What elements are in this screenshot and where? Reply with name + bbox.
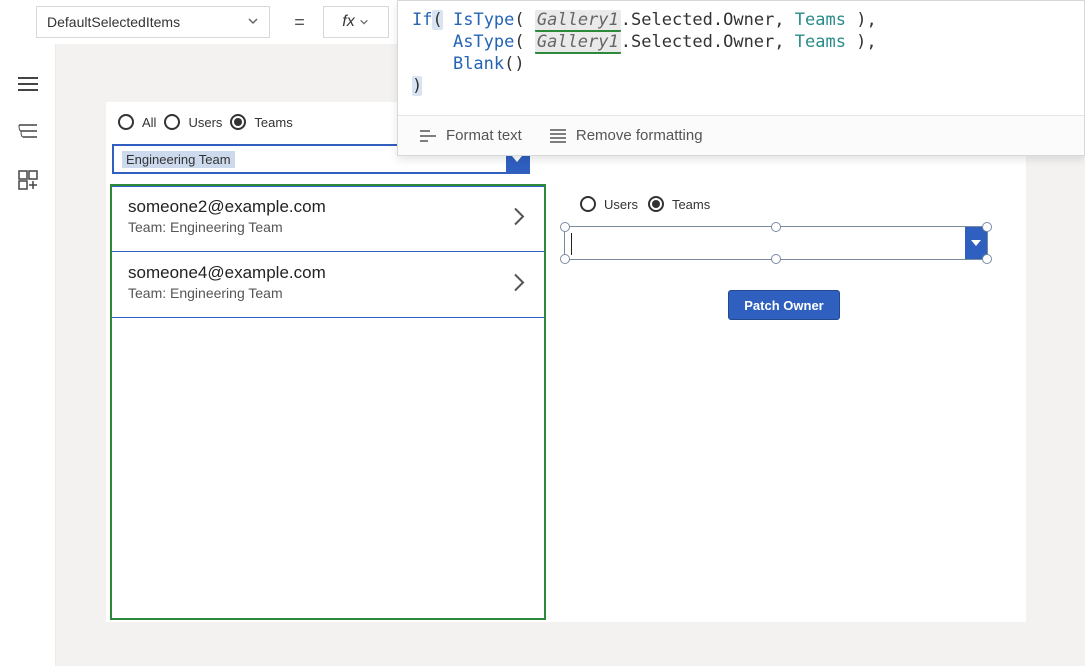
radio-users[interactable]: Users (164, 114, 222, 130)
resize-handle[interactable] (982, 222, 992, 232)
resize-handle[interactable] (771, 254, 781, 264)
remove-formatting-button[interactable]: Remove formatting (550, 127, 703, 144)
resize-handle[interactable] (560, 254, 570, 264)
left-rail (0, 44, 56, 666)
bracket-open: ( (432, 10, 442, 30)
resize-handle[interactable] (982, 254, 992, 264)
radio-teams-right[interactable]: Teams (648, 196, 710, 212)
tree-view-icon[interactable] (18, 122, 38, 140)
gallery-item[interactable]: someone2@example.com Team: Engineering T… (112, 186, 544, 252)
gallery[interactable]: someone2@example.com Team: Engineering T… (110, 184, 546, 620)
radio-icon (648, 196, 664, 212)
fn-blank: Blank (453, 54, 504, 74)
fn-if: If (412, 10, 432, 30)
fn-istype: IsType (453, 10, 514, 30)
remove-formatting-icon (550, 129, 566, 143)
radio-icon (164, 114, 180, 130)
radio-label: All (142, 115, 156, 130)
fx-button[interactable]: fx (323, 6, 389, 38)
chevron-right-icon (512, 272, 526, 299)
property-dropdown-value: DefaultSelectedItems (47, 14, 180, 30)
radio-all[interactable]: All (118, 114, 156, 130)
left-filter-row: All Users Teams (118, 114, 293, 130)
hamburger-icon[interactable] (18, 76, 38, 92)
remove-formatting-label: Remove formatting (576, 127, 703, 144)
format-text-icon (420, 129, 436, 143)
formula-toolbar: Format text Remove formatting (398, 115, 1084, 155)
radio-users-right[interactable]: Users (580, 196, 638, 212)
chevron-down-icon (247, 14, 259, 30)
radio-label: Teams (254, 115, 292, 130)
app-screen: All Users Teams Engineering Team someone… (106, 102, 1026, 622)
insert-icon[interactable] (18, 170, 38, 190)
right-filter-row: Users Teams (580, 196, 1006, 212)
format-text-button[interactable]: Format text (420, 127, 522, 144)
radio-label: Users (604, 197, 638, 212)
fn-astype: AsType (453, 32, 514, 52)
radio-teams[interactable]: Teams (230, 114, 292, 130)
radio-icon (580, 196, 596, 212)
selected-combobox[interactable] (564, 226, 988, 260)
combobox-selected: Engineering Team (122, 151, 235, 168)
radio-icon (118, 114, 134, 130)
ref-teams: Teams (795, 10, 846, 30)
gallery-item-title: someone2@example.com (128, 197, 528, 217)
gallery-item-subtitle: Team: Engineering Team (128, 285, 528, 301)
fx-label: fx (342, 13, 354, 31)
equals-sign: = (294, 12, 305, 33)
gallery-item[interactable]: someone4@example.com Team: Engineering T… (112, 252, 544, 318)
resize-handle[interactable] (560, 222, 570, 232)
bracket-close: ) (412, 76, 422, 96)
property-dropdown[interactable]: DefaultSelectedItems (36, 6, 270, 38)
radio-label: Teams (672, 197, 710, 212)
text-caret (571, 233, 572, 255)
right-column: Users Teams Patch Owner (562, 196, 1006, 320)
chevron-right-icon (512, 206, 526, 233)
patch-owner-button[interactable]: Patch Owner (728, 290, 840, 320)
radio-icon (230, 114, 246, 130)
gallery-item-title: someone4@example.com (128, 263, 528, 283)
gallery-item-subtitle: Team: Engineering Team (128, 219, 528, 235)
chevron-down-icon (512, 156, 522, 162)
ref-teams: Teams (795, 32, 846, 52)
format-text-label: Format text (446, 127, 522, 144)
radio-label: Users (188, 115, 222, 130)
ref-gallery1: Gallery1 (535, 32, 621, 54)
chevron-down-icon (971, 240, 981, 246)
resize-handle[interactable] (771, 222, 781, 232)
formula-bar-expanded[interactable]: If( IsType( Gallery1.Selected.Owner, Tea… (397, 0, 1085, 156)
chevron-down-icon (359, 17, 369, 27)
ref-gallery1: Gallery1 (535, 10, 621, 32)
formula-text[interactable]: If( IsType( Gallery1.Selected.Owner, Tea… (398, 1, 1084, 107)
